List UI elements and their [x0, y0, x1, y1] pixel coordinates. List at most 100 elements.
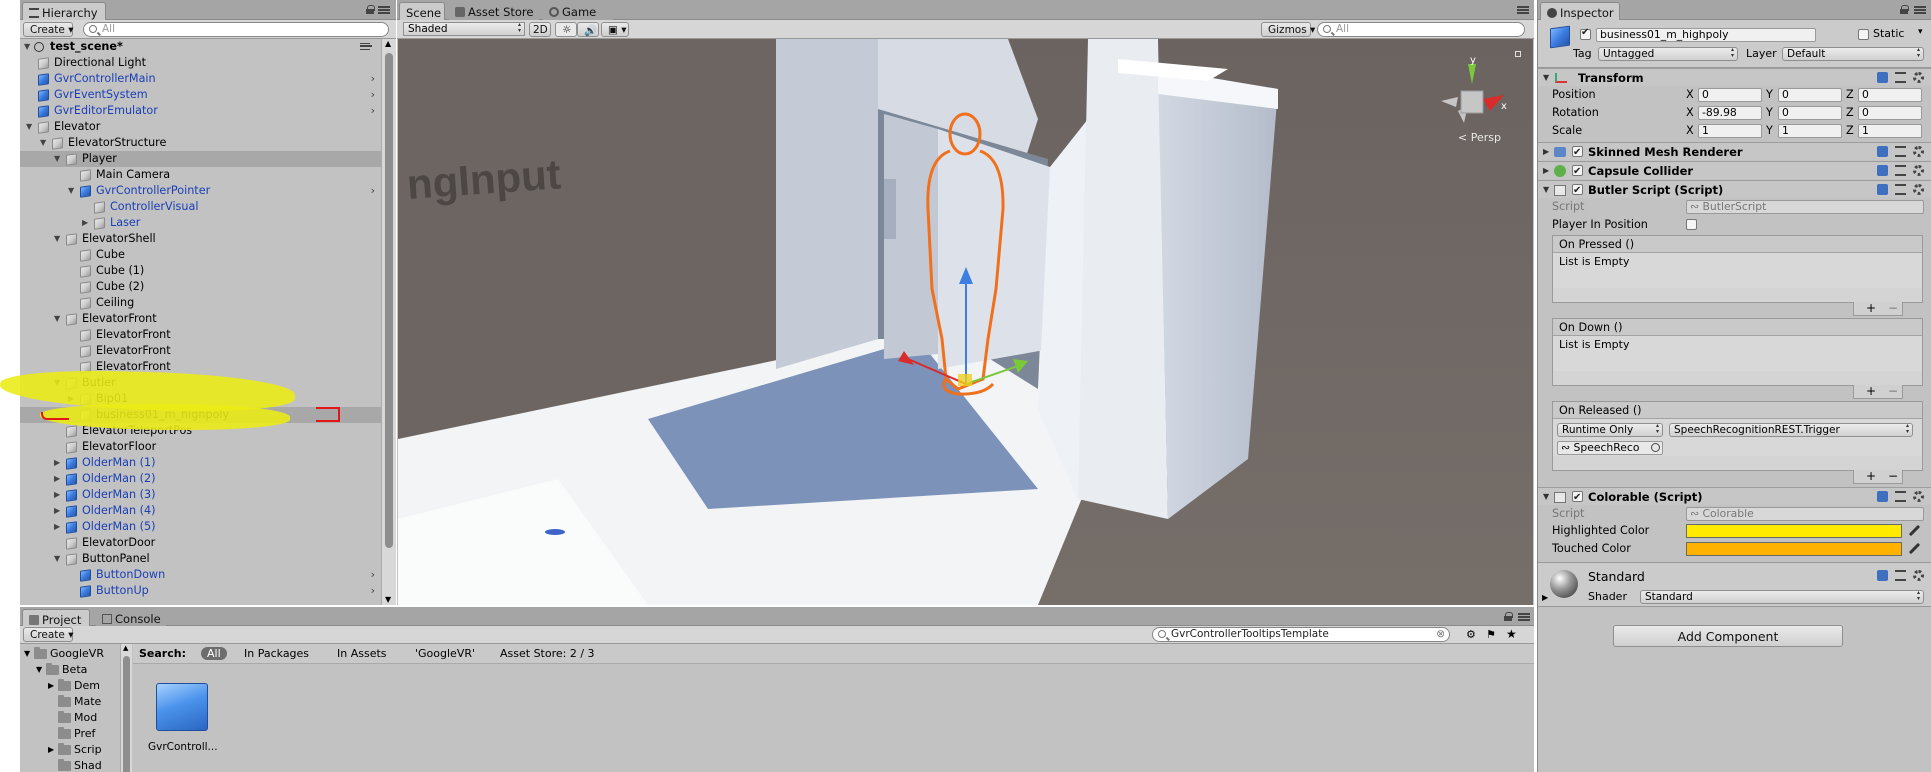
fold-arrow-icon[interactable]: ▼	[1543, 488, 1549, 506]
help-icon[interactable]	[1877, 184, 1888, 195]
hierarchy-item[interactable]: Ceiling	[20, 295, 381, 311]
transform-header[interactable]: ▼ Transform	[1538, 68, 1931, 86]
hierarchy-item[interactable]: ElevatorFront	[20, 327, 381, 343]
open-prefab-chevron-icon[interactable]: ›	[371, 567, 375, 583]
hierarchy-item[interactable]: ▶ OlderMan (2)	[20, 471, 381, 487]
lock-icon[interactable]	[366, 5, 375, 14]
target-object-field[interactable]: ∾ SpeechReco	[1557, 441, 1663, 455]
project-menu-icon[interactable]	[1518, 613, 1530, 621]
scrollbar-thumb[interactable]	[123, 656, 130, 772]
collapsed-arrow-icon[interactable]: ▶	[54, 471, 64, 487]
hierarchy-item[interactable]: ▼ ElevatorFront	[20, 311, 381, 327]
settings-gear-icon[interactable]	[1913, 146, 1924, 157]
expand-arrow-icon[interactable]: ▼	[54, 151, 64, 167]
transform-z-field[interactable]: 0	[1858, 88, 1922, 102]
hierarchy-item[interactable]: ▶ Laser	[20, 215, 381, 231]
collapsed-arrow-icon[interactable]: ▶	[54, 455, 64, 471]
object-active-checkbox[interactable]	[1580, 27, 1591, 40]
highlighted-color-swatch[interactable]	[1686, 524, 1902, 538]
collapsed-arrow-icon[interactable]: ▶	[54, 519, 64, 535]
hierarchy-item[interactable]: ▶ OlderMan (4)	[20, 503, 381, 519]
favorite-star-icon[interactable]: ★	[1506, 627, 1517, 641]
transform-x-field[interactable]: 1	[1698, 124, 1762, 138]
gizmos-dropdown[interactable]: Gizmos ▾	[1261, 22, 1315, 37]
hierarchy-item[interactable]: Directional Light	[20, 55, 381, 71]
transform-z-field[interactable]: 1	[1858, 124, 1922, 138]
panel-menu-icon[interactable]	[378, 6, 390, 14]
hierarchy-item[interactable]: ▶ OlderMan (3)	[20, 487, 381, 503]
project-tree-scrollbar[interactable]: ▲	[120, 644, 132, 772]
presets-icon[interactable]	[1895, 165, 1906, 176]
presets-icon[interactable]	[1895, 491, 1906, 502]
hierarchy-search-input[interactable]: All	[83, 22, 389, 37]
butler-script-header[interactable]: ▼ Butler Script (Script)	[1538, 180, 1931, 200]
axis-y-label[interactable]: Y	[1766, 86, 1773, 103]
scene-menu-icon[interactable]	[360, 43, 372, 50]
axis-x-label[interactable]: X	[1686, 122, 1694, 139]
object-picker-icon[interactable]	[1651, 443, 1660, 452]
tab-hierarchy[interactable]: Hierarchy	[22, 2, 106, 20]
axis-z-label[interactable]: Z	[1846, 122, 1854, 139]
static-checkbox[interactable]	[1858, 29, 1869, 40]
filter-in-assets[interactable]: In Assets	[337, 647, 387, 660]
collapsed-arrow-icon[interactable]: ▶	[54, 503, 64, 519]
help-icon[interactable]	[1877, 491, 1888, 502]
collapsed-arrow-icon[interactable]: ▶	[54, 487, 64, 503]
hierarchy-item[interactable]: ▼ ElevatorStructure	[20, 135, 381, 151]
project-folder-item[interactable]: ▶ Dem	[20, 678, 129, 694]
capsule-collider-header[interactable]: ▶ Capsule Collider	[1538, 161, 1931, 181]
hierarchy-item[interactable]: ▼ Player	[20, 151, 381, 167]
toggle-2d-button[interactable]: 2D	[529, 22, 551, 37]
collapsed-arrow-icon[interactable]: ▶	[48, 678, 54, 694]
settings-gear-icon[interactable]	[1913, 72, 1924, 83]
remove-button[interactable]: −	[1888, 302, 1898, 314]
project-folder-item[interactable]: ▼ Beta	[20, 662, 129, 678]
presets-icon[interactable]	[1895, 72, 1906, 83]
scene-search-input[interactable]: All	[1317, 22, 1525, 37]
hierarchy-item[interactable]: Cube	[20, 247, 381, 263]
hierarchy-item[interactable]: Cube (1)	[20, 263, 381, 279]
audio-toggle-button[interactable]: 🔊	[577, 22, 599, 37]
presets-icon[interactable]	[1895, 184, 1906, 195]
runtime-only-dropdown[interactable]: Runtime Only	[1557, 423, 1663, 437]
hierarchy-item[interactable]: ▼ Elevator	[20, 119, 381, 135]
filter-by-type-icon[interactable]: ⚙	[1466, 628, 1476, 641]
function-dropdown[interactable]: SpeechRecognitionREST.Trigger	[1669, 423, 1913, 437]
axis-x-label[interactable]: X	[1686, 104, 1694, 121]
hierarchy-item[interactable]: ▼ ElevatorShell	[20, 231, 381, 247]
project-search-input[interactable]: GvrControllerTooltipsTemplate ⊗	[1152, 627, 1450, 642]
transform-x-field[interactable]: 0	[1698, 88, 1762, 102]
asset-item[interactable]: GvrControll...	[146, 677, 218, 762]
tab-project[interactable]: Project	[22, 609, 90, 627]
effects-dropdown-button[interactable]: ▣ ▾	[601, 22, 629, 37]
project-folder-item[interactable]: Pref	[20, 726, 129, 742]
axis-x-label[interactable]: X	[1686, 86, 1694, 103]
scene-panel-menu-icon[interactable]	[1517, 6, 1529, 14]
object-name-field[interactable]: business01_m_highpoly	[1596, 28, 1816, 42]
project-folder-item[interactable]: Mod	[20, 710, 129, 726]
hierarchy-item[interactable]: ElevatorFront	[20, 343, 381, 359]
open-prefab-chevron-icon[interactable]: ›	[371, 103, 375, 119]
open-prefab-chevron-icon[interactable]: ›	[371, 71, 375, 87]
add-component-button[interactable]: Add Component	[1613, 625, 1843, 647]
scene-root-row[interactable]: ▼ test_scene*	[20, 39, 396, 55]
open-prefab-chevron-icon[interactable]: ›	[371, 583, 375, 599]
layer-dropdown[interactable]: Default	[1782, 47, 1924, 61]
hierarchy-item[interactable]: ButtonDown ›	[20, 567, 381, 583]
expand-arrow-icon[interactable]: ▼	[54, 231, 64, 247]
tab-asset-store[interactable]: Asset Store	[449, 2, 539, 20]
help-icon[interactable]	[1877, 146, 1888, 157]
filter-in-packages[interactable]: In Packages	[244, 647, 309, 660]
collapsed-arrow-icon[interactable]: ▶	[82, 215, 92, 231]
hierarchy-item[interactable]: ▶ OlderMan (1)	[20, 455, 381, 471]
add-button[interactable]: +	[1866, 302, 1876, 314]
expand-arrow-icon[interactable]: ▼	[24, 39, 34, 55]
expand-arrow-icon[interactable]: ▼	[26, 119, 36, 135]
hierarchy-item[interactable]: ControllerVisual	[20, 199, 381, 215]
eyedropper-icon[interactable]	[1908, 525, 1920, 537]
open-prefab-chevron-icon[interactable]: ›	[371, 87, 375, 103]
settings-gear-icon[interactable]	[1913, 184, 1924, 195]
transform-y-field[interactable]: 0	[1778, 106, 1842, 120]
remove-button[interactable]: −	[1888, 385, 1898, 397]
axis-z-label[interactable]: Z	[1846, 86, 1854, 103]
